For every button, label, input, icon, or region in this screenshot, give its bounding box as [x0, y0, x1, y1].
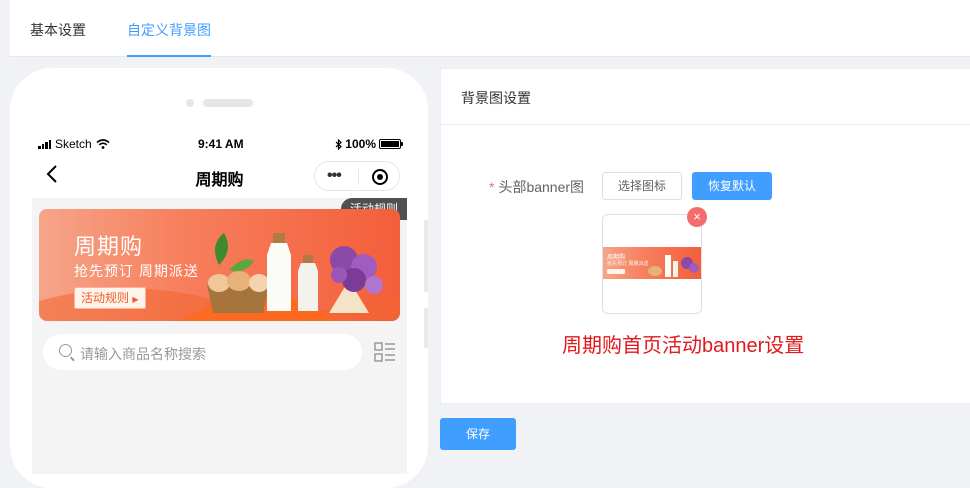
required-asterisk: * — [489, 179, 495, 195]
tab-basic-settings[interactable]: 基本设置 — [30, 0, 86, 56]
remove-image-icon[interactable]: × — [687, 207, 707, 227]
phone-speaker — [203, 99, 253, 107]
signal-icon — [38, 139, 51, 149]
phone-camera-dot — [186, 99, 194, 107]
status-time: 9:41 AM — [198, 137, 244, 151]
background-settings-card: 背景图设置 * 头部banner图 选择图标 恢复默认 周期购 抢先预订 周期派送… — [440, 68, 970, 404]
status-bar: Sketch 9:41 AM 100% — [32, 134, 407, 154]
thumbnail-products-illustration — [648, 255, 699, 277]
triangle-right-icon: ▶ — [132, 295, 139, 304]
banner-subtitle: 抢先预订 周期派送 — [74, 263, 199, 279]
close-capsule-icon[interactable] — [372, 169, 388, 185]
restore-default-button[interactable]: 恢复默认 — [692, 172, 772, 200]
battery-percent: 100% — [345, 137, 376, 151]
activity-banner[interactable]: 周期购 抢先预订 周期派送 活动规则 ▶ — [39, 209, 400, 321]
banner-field-label: * 头部banner图 — [489, 179, 585, 195]
banner-thumbnail-image: 周期购 抢先预订 周期派送 — [603, 247, 701, 279]
phone-side-button — [424, 308, 428, 348]
bluetooth-icon — [335, 138, 343, 150]
tab-bar: 基本设置 自定义背景图 — [10, 0, 970, 57]
mini-program-capsule: ••• — [314, 161, 400, 191]
phone-side-button — [424, 220, 428, 292]
phone-preview: Sketch 9:41 AM 100% 周期购 ••• 周期购 抢先预订 周期派… — [10, 68, 428, 488]
banner-title: 周期购 — [74, 234, 144, 259]
save-button[interactable]: 保存 — [440, 418, 516, 450]
banner-rules-button[interactable]: 活动规则 ▶ — [74, 287, 146, 309]
annotation-text: 周期购首页活动banner设置 — [562, 335, 805, 357]
choose-image-button[interactable]: 选择图标 — [602, 172, 682, 200]
carrier-label: Sketch — [55, 137, 92, 151]
more-icon[interactable]: ••• — [327, 168, 342, 184]
tab-custom-background[interactable]: 自定义背景图 — [127, 0, 211, 57]
banner-rules-label: 活动规则 — [81, 291, 130, 305]
card-title: 背景图设置 — [441, 69, 970, 125]
list-view-icon[interactable] — [374, 341, 396, 363]
phone-screen: Sketch 9:41 AM 100% 周期购 ••• 周期购 抢先预订 周期派… — [32, 134, 407, 474]
search-placeholder: 请输入商品名称搜索 — [80, 346, 206, 362]
search-icon — [59, 344, 72, 357]
products-illustration — [207, 233, 383, 313]
search-input[interactable]: 请输入商品名称搜索 — [43, 334, 362, 370]
mini-program-navbar: 周期购 ••• — [32, 154, 407, 198]
battery-icon — [379, 139, 403, 149]
wifi-icon — [96, 139, 110, 149]
banner-thumbnail[interactable]: 周期购 抢先预订 周期派送 — [602, 214, 702, 314]
